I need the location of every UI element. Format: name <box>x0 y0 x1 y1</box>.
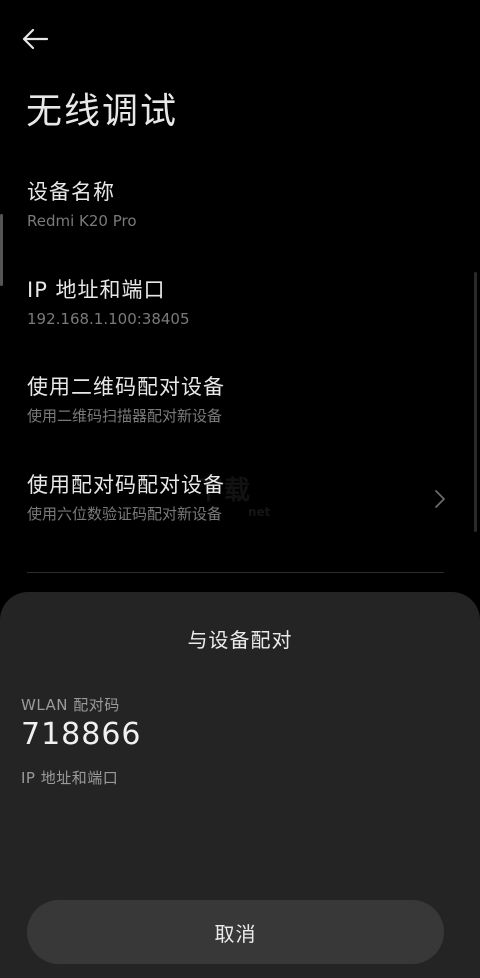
page-title: 无线调试 <box>26 91 179 132</box>
setting-subtitle: 使用二维码扫描器配对新设备 <box>27 407 223 425</box>
watermark-suffix: net <box>248 505 271 519</box>
dialog-title: 与设备配对 <box>187 628 293 652</box>
setting-title: 设备名称 <box>27 180 115 204</box>
scrollbar[interactable] <box>474 272 477 532</box>
back-arrow-icon <box>22 28 49 50</box>
setting-subtitle: 192.168.1.100:38405 <box>27 310 190 328</box>
setting-device-name[interactable]: 设备名称 Redmi K20 Pro <box>27 178 444 232</box>
setting-title: IP 地址和端口 <box>27 278 166 302</box>
back-button[interactable] <box>20 24 60 54</box>
scroll-indicator <box>0 214 3 286</box>
watermark: 下载 <box>196 476 253 506</box>
ip-port-label: IP 地址和端口 <box>21 769 119 787</box>
setting-ip-port[interactable]: IP 地址和端口 192.168.1.100:38405 <box>27 276 444 330</box>
chevron-right-icon <box>435 490 445 508</box>
pairing-code: 718866 <box>21 717 142 752</box>
setting-pair-qr[interactable]: 使用二维码配对设备 使用二维码扫描器配对新设备 <box>27 373 444 427</box>
cancel-button[interactable]: 取消 <box>27 900 444 964</box>
divider <box>27 572 444 573</box>
setting-title: 使用二维码配对设备 <box>27 375 225 399</box>
pairing-dialog: 与设备配对 WLAN 配对码 718866 IP 地址和端口 取消 <box>0 592 480 978</box>
pairing-code-label: WLAN 配对码 <box>21 696 120 714</box>
setting-subtitle: Redmi K20 Pro <box>27 212 137 230</box>
